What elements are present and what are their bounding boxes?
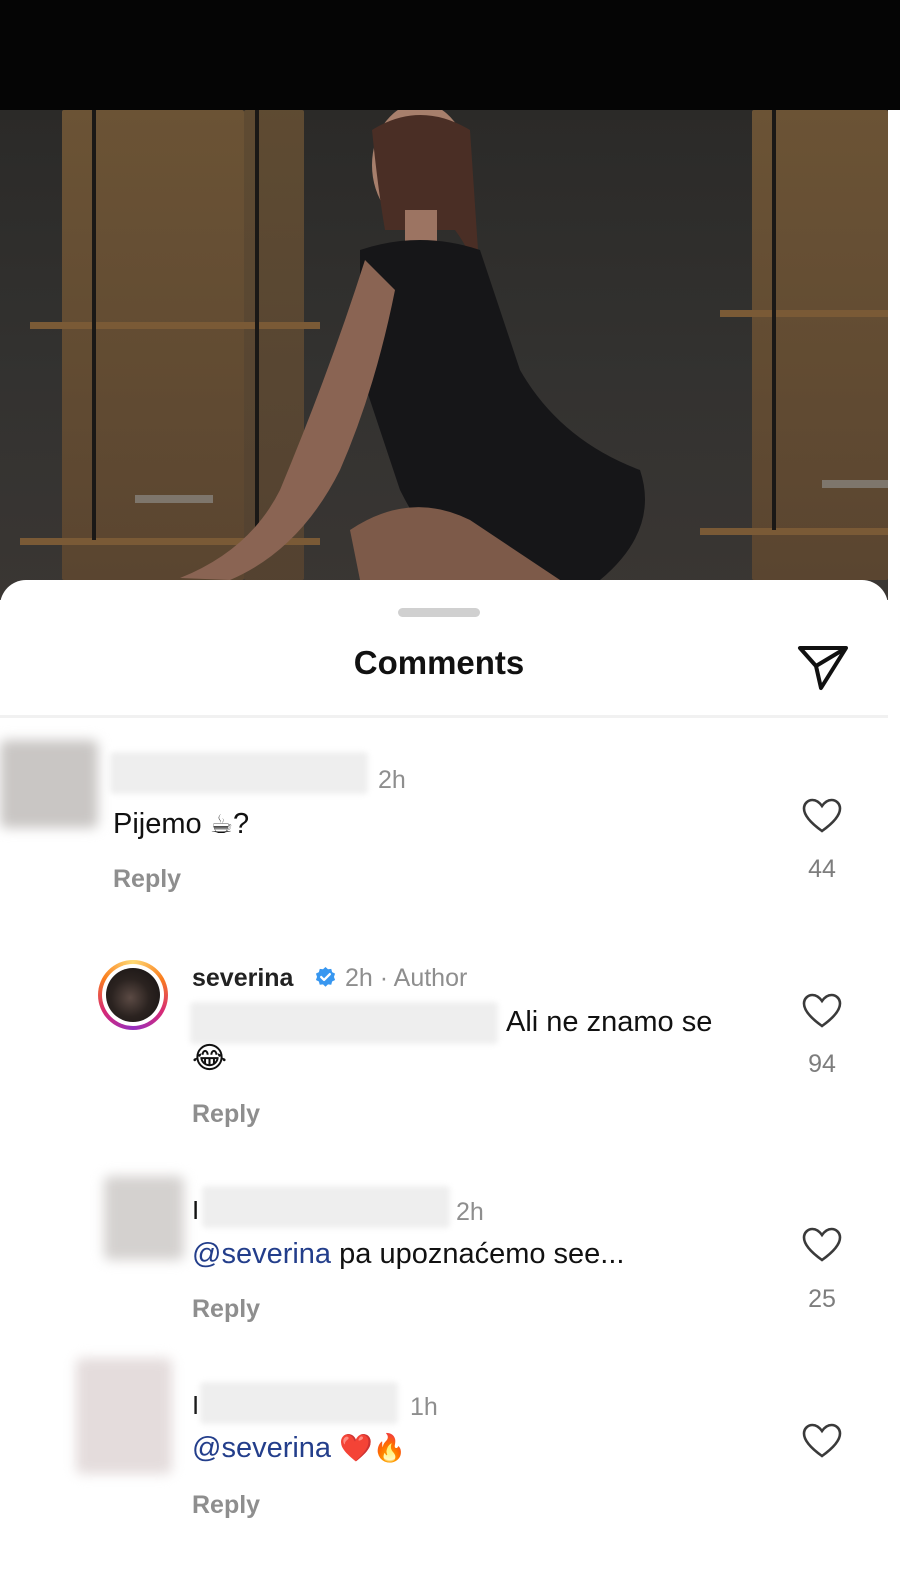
sheet-drag-handle[interactable]	[398, 608, 480, 617]
header-divider	[0, 715, 888, 718]
status-bar	[0, 0, 900, 110]
avatar-story-ring[interactable]	[98, 960, 168, 1030]
comments-title: Comments	[353, 644, 525, 681]
comment-text: @severina pa upoznaćemo see...	[192, 1238, 624, 1271]
reply-button[interactable]: Reply	[192, 1295, 260, 1324]
post-photo	[0, 110, 888, 600]
reply-button[interactable]: Reply	[192, 1100, 260, 1129]
mention-link[interactable]: @severina	[192, 1238, 331, 1270]
like-count: 25	[808, 1285, 836, 1313]
author-tag: Author	[393, 964, 468, 992]
heart-icon[interactable]	[802, 1423, 842, 1459]
comment-text: @severina ❤️🔥	[192, 1432, 406, 1465]
avatar[interactable]	[76, 1358, 172, 1474]
heart-fire-emoji: ❤️🔥	[339, 1433, 407, 1464]
comment-text-content: Pijemo	[113, 808, 202, 840]
username-blurred[interactable]	[110, 752, 368, 794]
avatar	[106, 968, 160, 1022]
avatar[interactable]	[104, 1176, 184, 1260]
comment-time: 1h	[410, 1393, 438, 1421]
username-initial[interactable]: I	[192, 1195, 199, 1226]
mention-blurred[interactable]	[190, 1002, 498, 1044]
verified-badge-icon	[315, 966, 336, 987]
comment-text-suffix: ?	[233, 808, 250, 840]
coffee-emoji: ☕	[209, 810, 234, 840]
comment-time: 2h	[378, 766, 406, 794]
person-silhouette	[180, 110, 645, 580]
comment-meta: 2h · Author	[345, 964, 468, 992]
comment-text: Ali ne znamo se	[506, 1006, 713, 1038]
username-blurred[interactable]	[202, 1186, 450, 1228]
comment-time: 2h	[345, 964, 373, 992]
username-blurred[interactable]	[200, 1382, 398, 1424]
reply-button[interactable]: Reply	[192, 1491, 260, 1520]
comment-text: Pijemo ☕?	[113, 808, 249, 841]
heart-icon[interactable]	[802, 798, 842, 834]
comment-time: 2h	[456, 1198, 484, 1226]
heart-icon[interactable]	[802, 993, 842, 1029]
like-count: 94	[808, 1050, 836, 1078]
avatar[interactable]	[0, 740, 98, 828]
reply-button[interactable]: Reply	[113, 865, 181, 894]
mention-link[interactable]: @severina	[192, 1432, 331, 1464]
like-count: 44	[808, 855, 836, 883]
heart-icon[interactable]	[802, 1227, 842, 1263]
username[interactable]: severina	[192, 964, 293, 993]
paper-plane-icon[interactable]	[796, 642, 850, 692]
comment-text-content: pa upoznaćemo see...	[339, 1238, 625, 1270]
username-initial[interactable]: I	[192, 1390, 199, 1421]
laughing-emoji: 😂	[192, 1041, 228, 1076]
avatar-ring-gap	[102, 964, 164, 1026]
comments-sheet: Comments 2h Pijemo ☕? Reply 44 severina	[0, 580, 888, 1575]
